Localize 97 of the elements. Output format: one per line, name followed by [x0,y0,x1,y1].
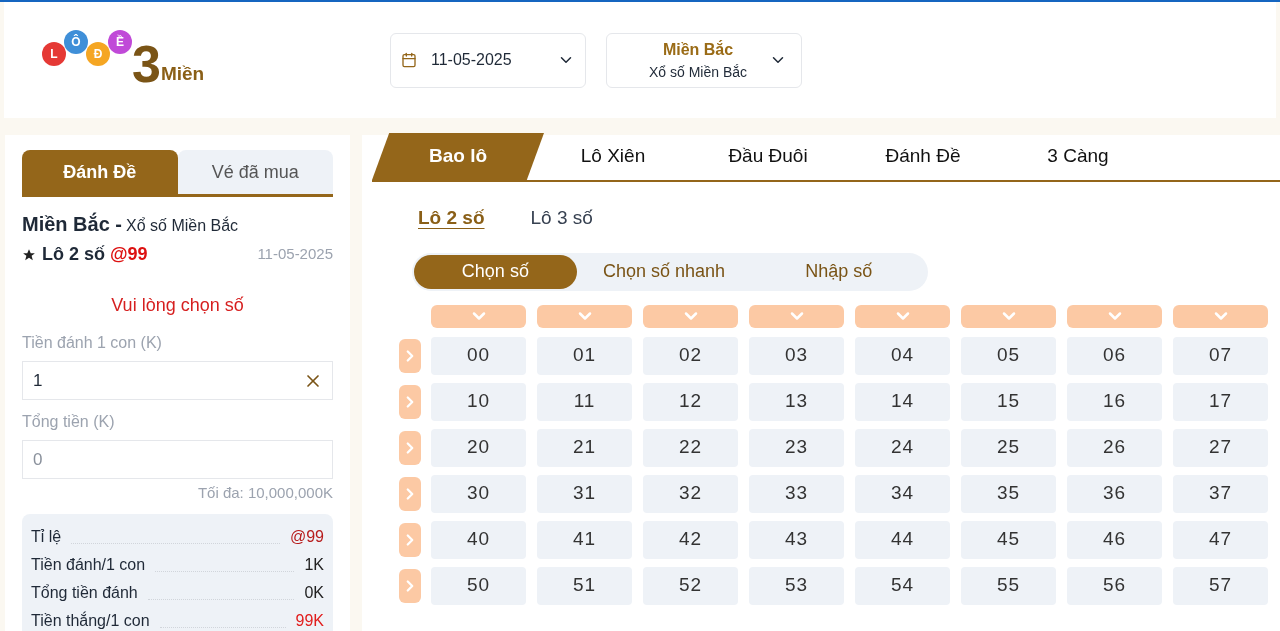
number-cell[interactable]: 55 [961,566,1056,605]
panel-tab[interactable]: Đánh Đề [22,150,178,194]
summary-value: @99 [289,526,324,547]
summary-label: Tiền đánh/1 con [31,554,146,575]
summary-value: 99K [295,610,324,631]
number-cell[interactable]: 05 [961,336,1056,375]
column-toggle[interactable] [537,304,632,328]
number-cell[interactable]: 23 [749,428,844,467]
total-label: Tổng tiền (K) [22,412,116,432]
number-cell[interactable]: 46 [1067,520,1162,559]
row-toggle[interactable] [399,338,421,373]
sub-tab[interactable]: Lô 2 số [418,204,485,233]
number-cell[interactable]: 03 [749,336,844,375]
number-cell[interactable]: 56 [1067,566,1162,605]
game-tab[interactable]: Bao lô [372,133,544,180]
sub-tab[interactable]: Lô 3 số [530,204,593,233]
date-picker[interactable]: 11-05-2025 [390,32,586,88]
number-cell[interactable]: 43 [749,520,844,559]
number-cell[interactable]: 45 [961,520,1056,559]
stake-label: Tiền đánh 1 con (K) [22,333,163,353]
number-cell[interactable]: 12 [643,382,738,421]
number-cell[interactable]: 42 [643,520,738,559]
number-cell[interactable]: 13 [749,382,844,421]
ticket-region: Miền Bắc - [22,211,123,237]
number-cell[interactable]: 52 [643,566,738,605]
star-icon [22,247,36,262]
column-toggle[interactable] [855,304,950,328]
summary-value: 0K [304,582,324,603]
column-toggle[interactable] [1173,304,1268,328]
number-cell[interactable]: 36 [1067,474,1162,513]
number-cell[interactable]: 50 [431,566,526,605]
summary-value: 1K [304,554,324,575]
number-cell[interactable]: 37 [1173,474,1268,513]
ticket-lottery: Xổ số Miền Bắc [126,215,239,236]
number-cell[interactable]: 14 [855,382,950,421]
calendar-icon [401,52,417,68]
bet-odds: @99 [110,243,148,266]
number-cell[interactable]: 15 [961,382,1056,421]
mode-tab[interactable]: Chọn số nhanh [576,254,752,289]
mode-tab[interactable]: Chọn số [414,254,577,289]
number-cell[interactable]: 24 [855,428,950,467]
bet-type: Lô 2 số [42,243,105,266]
column-toggle[interactable] [431,304,526,328]
stake-field[interactable]: 1 [22,361,333,400]
number-cell[interactable]: 40 [431,520,526,559]
column-toggle[interactable] [1067,304,1162,328]
row-toggle[interactable] [399,476,421,511]
number-cell[interactable]: 32 [643,474,738,513]
number-cell[interactable]: 20 [431,428,526,467]
column-toggle[interactable] [961,304,1056,328]
number-cell[interactable]: 04 [855,336,950,375]
number-cell[interactable]: 17 [1173,382,1268,421]
number-cell[interactable]: 01 [537,336,632,375]
number-cell[interactable]: 31 [537,474,632,513]
row-toggle[interactable] [399,522,421,557]
max-note: Tối đa: 10,000,000K [196,483,333,503]
summary-label: Tổng tiền đánh [31,582,138,603]
summary-label: Tỉ lệ [31,526,62,547]
summary-label: Tiền thắng/1 con [31,610,150,631]
number-cell[interactable]: 10 [431,382,526,421]
logo-text: Miền [160,61,205,86]
ticket-date: 11-05-2025 [257,244,333,265]
row-toggle[interactable] [399,430,421,465]
region-picker[interactable]: Miền Bắc Xổ số Miền Bắc [606,32,802,88]
number-cell[interactable]: 27 [1173,428,1268,467]
number-cell[interactable]: 02 [643,336,738,375]
number-cell[interactable]: 53 [749,566,844,605]
region-name: Miền Bắc [662,39,734,60]
row-toggle[interactable] [399,384,421,419]
number-cell[interactable]: 21 [537,428,632,467]
number-cell[interactable]: 47 [1173,520,1268,559]
number-cell[interactable]: 35 [961,474,1056,513]
number-cell[interactable]: 25 [961,428,1056,467]
number-cell[interactable]: 33 [749,474,844,513]
number-cell[interactable]: 54 [855,566,950,605]
number-cell[interactable]: 30 [431,474,526,513]
total-field[interactable]: 0 [22,440,333,479]
number-cell[interactable]: 22 [643,428,738,467]
column-toggle[interactable] [749,304,844,328]
number-cell[interactable]: 26 [1067,428,1162,467]
number-cell[interactable]: 41 [537,520,632,559]
number-cell[interactable]: 16 [1067,382,1162,421]
column-toggle[interactable] [643,304,738,328]
number-cell[interactable]: 11 [537,382,632,421]
number-cell[interactable]: 06 [1067,336,1162,375]
number-cell[interactable]: 34 [855,474,950,513]
row-toggle[interactable] [399,568,421,603]
logo-number: 3 [132,38,161,90]
number-cell[interactable]: 00 [431,336,526,375]
number-cell[interactable]: 07 [1173,336,1268,375]
number-cell[interactable]: 44 [855,520,950,559]
mode-tab[interactable]: Nhập số [751,254,926,289]
number-cell[interactable]: 57 [1173,566,1268,605]
warning-text: Vui lòng chọn số [110,294,245,317]
panel-tab[interactable]: Vé đã mua [177,150,333,194]
lottery-name: Xổ số Miền Bắc [648,62,748,82]
number-cell[interactable]: 51 [537,566,632,605]
